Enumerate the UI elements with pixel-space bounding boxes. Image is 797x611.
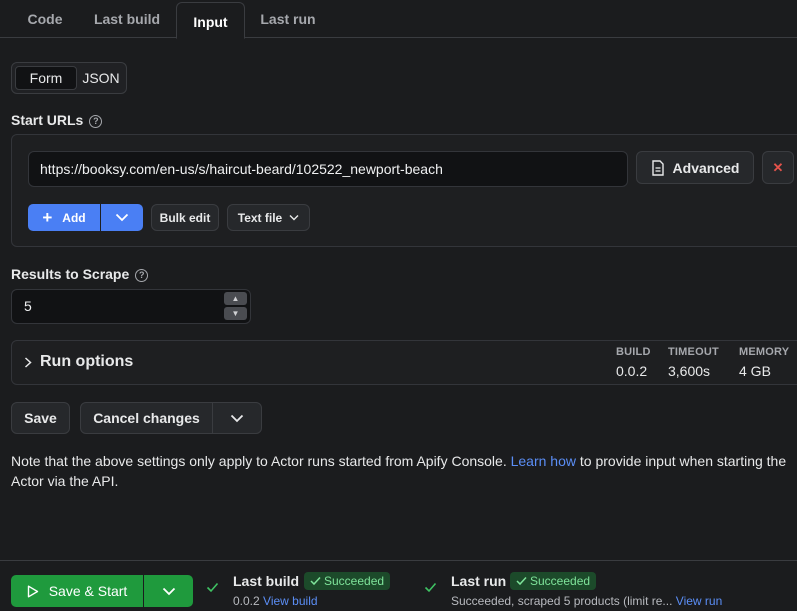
add-label: Add <box>62 210 86 225</box>
help-icon[interactable]: ? <box>135 269 149 282</box>
advanced-button[interactable]: Advanced <box>636 151 754 184</box>
view-build-link[interactable]: View build <box>263 594 317 608</box>
timeout-header: TIMEOUT <box>668 346 719 358</box>
check-icon <box>516 576 527 586</box>
tab-last-run[interactable]: Last run <box>251 0 325 38</box>
last-build-status-badge: Succeeded <box>304 572 391 590</box>
close-icon: ✕ <box>772 159 784 175</box>
last-run-status-text: Succeeded <box>530 574 591 588</box>
start-options-dropdown[interactable] <box>144 575 193 607</box>
play-icon <box>27 585 38 597</box>
advanced-label: Advanced <box>672 159 740 176</box>
chevron-down-icon <box>289 215 299 221</box>
check-icon <box>206 582 219 593</box>
decrement-button[interactable]: ▼ <box>224 307 247 320</box>
caret-down-icon: ▼ <box>231 309 240 318</box>
run-options-title: Run options <box>40 353 134 370</box>
text-file-label: Text file <box>237 210 283 225</box>
results-input[interactable]: 5 <box>11 289 251 324</box>
build-header: BUILD <box>616 346 651 358</box>
check-icon <box>424 582 437 593</box>
json-mode-button[interactable]: JSON <box>78 66 124 90</box>
save-and-start-button[interactable]: Save & Start <box>11 575 143 607</box>
chevron-down-icon <box>162 587 175 595</box>
api-note: Note that the above settings only apply … <box>11 451 797 491</box>
last-build-status-text: Succeeded <box>324 574 385 588</box>
chevron-down-icon <box>115 213 129 222</box>
last-run-detail: Succeeded, scraped 5 products (limit re.… <box>451 594 673 608</box>
cancel-options-dropdown[interactable] <box>212 402 262 434</box>
bulk-edit-button[interactable]: Bulk edit <box>151 204 219 231</box>
tab-bar: Code Last build Input Last run <box>0 0 797 39</box>
last-build-meta: 0.0.2 View build <box>233 594 318 608</box>
help-icon[interactable]: ? <box>89 115 103 128</box>
memory-value: 4 GB <box>739 363 771 379</box>
input-mode-toggle: Form JSON <box>11 62 127 94</box>
form-mode-button[interactable]: Form <box>15 66 77 90</box>
document-icon <box>651 159 664 176</box>
save-button[interactable]: Save <box>11 402 70 434</box>
view-run-link[interactable]: View run <box>676 594 722 608</box>
results-label-text: Results to Scrape <box>11 266 130 282</box>
add-options-dropdown[interactable] <box>101 204 143 231</box>
tab-last-build[interactable]: Last build <box>84 0 170 38</box>
text-file-button[interactable]: Text file <box>227 204 310 231</box>
increment-button[interactable]: ▲ <box>224 292 247 305</box>
start-url-input[interactable]: https://booksy.com/en-us/s/haircut-beard… <box>28 151 628 187</box>
memory-header: MEMORY <box>739 346 790 358</box>
cancel-changes-button[interactable]: Cancel changes <box>80 402 213 434</box>
tab-code[interactable]: Code <box>12 0 78 38</box>
results-label: Results to Scrape? <box>11 266 149 282</box>
note-text: Note that the above settings only apply … <box>11 453 511 469</box>
last-build-version: 0.0.2 <box>233 594 260 608</box>
chevron-down-icon <box>230 414 244 422</box>
tab-input[interactable]: Input <box>176 2 245 39</box>
last-run-meta: Succeeded, scraped 5 products (limit re.… <box>451 594 722 608</box>
start-urls-label-text: Start URLs <box>11 112 84 128</box>
remove-url-button[interactable]: ✕ <box>762 151 794 184</box>
last-run-status-badge: Succeeded <box>510 572 597 590</box>
last-build-title: Last build <box>233 573 300 589</box>
last-run-title: Last run <box>451 573 507 589</box>
check-icon <box>310 576 321 586</box>
save-and-start-label: Save & Start <box>48 583 128 599</box>
plus-icon: + <box>42 208 53 227</box>
build-value: 0.0.2 <box>616 363 648 379</box>
chevron-right-icon <box>24 357 32 368</box>
add-url-button[interactable]: + Add <box>28 204 100 231</box>
learn-how-link[interactable]: Learn how <box>511 453 576 469</box>
timeout-value: 3,600s <box>668 363 711 379</box>
caret-up-icon: ▲ <box>231 294 240 303</box>
start-urls-label: Start URLs? <box>11 112 103 128</box>
